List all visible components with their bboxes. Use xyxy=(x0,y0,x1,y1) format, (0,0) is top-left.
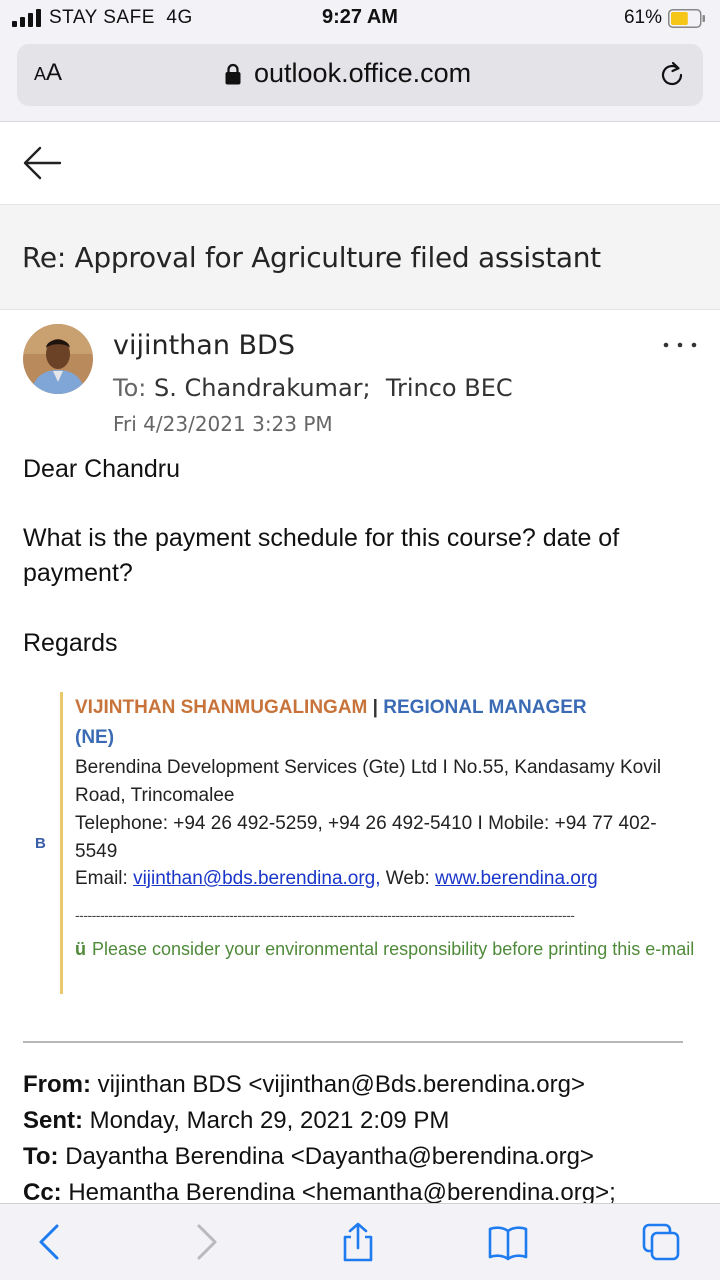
sent-date: Fri 4/23/2021 3:23 PM xyxy=(113,412,333,436)
chevron-right-icon[interactable] xyxy=(186,1222,226,1262)
recipients[interactable]: S. Chandrakumar; Trinco BEC xyxy=(154,374,513,402)
berendina-logo: B xyxy=(35,835,46,852)
subject-bar: Re: Approval for Agriculture filed assis… xyxy=(0,205,720,309)
chevron-left-icon[interactable] xyxy=(30,1222,70,1262)
tabs-icon[interactable] xyxy=(641,1222,681,1262)
email-label: Email: xyxy=(75,868,134,889)
email-subject: Re: Approval for Agriculture filed assis… xyxy=(22,241,601,274)
book-icon[interactable] xyxy=(488,1222,528,1262)
to-label: To: xyxy=(113,374,147,402)
status-time: 9:27 AM xyxy=(322,6,398,28)
sender-name[interactable]: vijinthan BDS xyxy=(113,330,295,361)
signature-dashed-rule: ----------------------------------------… xyxy=(75,907,575,923)
quoted-from: From: vijinthan BDS <vijinthan@Bds.beren… xyxy=(23,1071,585,1098)
signature-name: VIJINTHAN SHANMUGALINGAM xyxy=(75,697,368,718)
web-label: Web: xyxy=(380,868,436,889)
signature-contact: Email: vijinthan@bds.berendina.org, Web:… xyxy=(75,865,695,893)
message-card: vijinthan BDS To: S. Chandrakumar; Trinc… xyxy=(0,309,720,1206)
signature-web-link[interactable]: www.berendina.org xyxy=(435,868,598,889)
avatar[interactable] xyxy=(23,324,93,394)
environment-note: ü Please consider your environmental resp… xyxy=(75,932,695,966)
status-bar: STAY SAFE 4G 9:27 AM 61% xyxy=(0,0,720,40)
lock-icon xyxy=(225,63,241,85)
signature-title: REGIONAL MANAGER xyxy=(383,697,587,718)
address-bar[interactable]: AA outlook.office.com xyxy=(17,44,703,106)
reader-text-size-button[interactable]: AA xyxy=(34,59,62,87)
signature-name-line: VIJINTHAN SHANMUGALINGAM | REGIONAL MANA… xyxy=(75,694,695,722)
signature-separator: | xyxy=(367,697,384,718)
signature-email-link[interactable]: vijinthan@bds.berendina.org, xyxy=(133,868,380,889)
quoted-divider xyxy=(23,1041,683,1043)
mail-nav-bar xyxy=(0,123,720,205)
message-body-text: What is the payment schedule for this co… xyxy=(23,524,620,587)
battery-percent: 61% xyxy=(623,7,662,28)
regards-text: Regards xyxy=(23,629,118,657)
signature-phone: Telephone: +94 26 492-5259, +94 26 492-5… xyxy=(75,813,657,862)
more-options-icon[interactable] xyxy=(662,340,698,350)
safari-toolbar xyxy=(0,1203,720,1280)
signature-region: (NE) xyxy=(75,727,115,748)
signature-organization: Berendina Development Services (Gte) Ltd… xyxy=(75,757,662,806)
battery-icon xyxy=(668,9,705,28)
share-icon[interactable] xyxy=(338,1222,378,1262)
greeting-text: Dear Chandru xyxy=(23,455,181,483)
back-arrow-icon[interactable] xyxy=(22,145,62,181)
browser-chrome: AA outlook.office.com xyxy=(0,40,720,122)
env-note-text: Please consider your environmental respo… xyxy=(92,939,695,959)
env-glyph: ü xyxy=(75,939,86,959)
recipients-line[interactable]: To: S. Chandrakumar; Trinco BEC xyxy=(113,374,513,402)
url-text[interactable]: outlook.office.com xyxy=(254,58,471,89)
quoted-to: To: Dayantha Berendina <Dayantha@berendi… xyxy=(23,1143,594,1170)
quoted-sent: Sent: Monday, March 29, 2021 2:09 PM xyxy=(23,1107,450,1134)
signature-accent-bar xyxy=(60,692,63,994)
reload-icon[interactable] xyxy=(657,60,687,90)
